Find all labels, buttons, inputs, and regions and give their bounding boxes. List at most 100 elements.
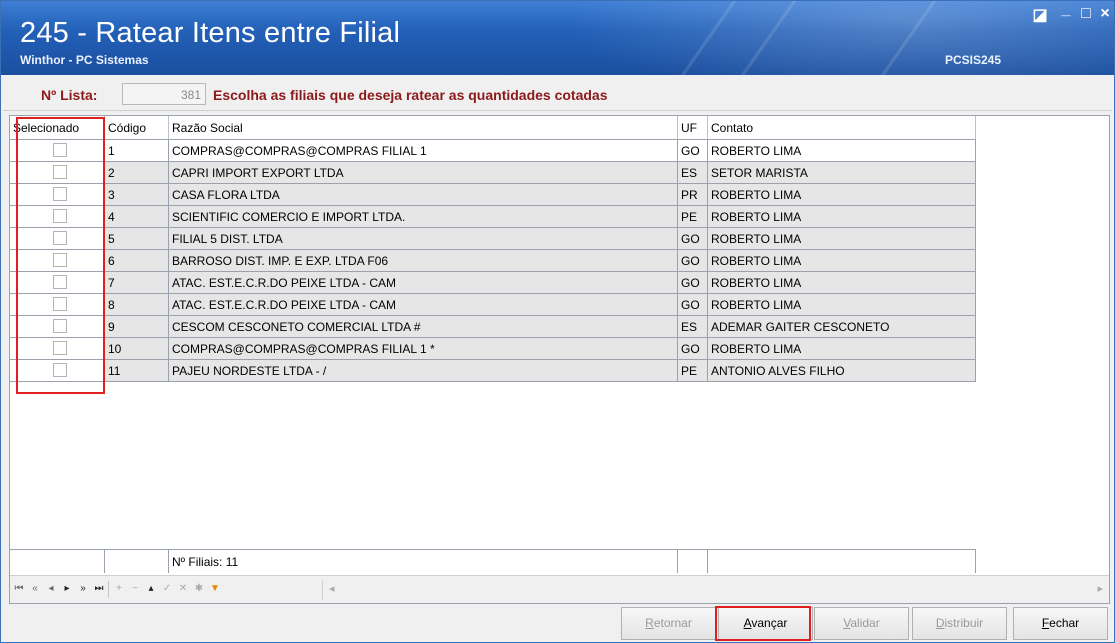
codigo-cell: 9	[105, 316, 169, 338]
table-row[interactable]: 6 BARROSO DIST. IMP. E EXP. LTDA F06 GO ROB…	[10, 250, 976, 272]
select-checkbox[interactable]	[53, 143, 67, 157]
select-checkbox[interactable]	[53, 363, 67, 377]
footer-cell	[708, 550, 976, 573]
table-row[interactable]: 5 FILIAL 5 DIST. LTDA GO ROBERTO LIMA	[10, 228, 976, 250]
codigo-cell: 10	[105, 338, 169, 360]
table-row[interactable]: 1 COMPRAS@COMPRAS@COMPRAS FILIAL 1 GO ROBER…	[10, 140, 976, 162]
uf-cell: GO	[678, 250, 708, 272]
avancar-button[interactable]: Avançar	[718, 607, 813, 640]
select-checkbox[interactable]	[53, 165, 67, 179]
delete-record-icon[interactable]: −	[128, 581, 142, 597]
column-header-contato[interactable]: Contato	[708, 116, 976, 140]
close-button[interactable]: ×	[1094, 5, 1114, 23]
razao-social-cell: PAJEU NORDESTE LTDA - /	[169, 360, 678, 382]
contato-cell: ROBERTO LIMA	[708, 294, 976, 316]
contato-cell: ROBERTO LIMA	[708, 338, 976, 360]
table-row[interactable]: 8 ATAC. EST.E.C.R.DO PEIXE LTDA - CAM GO RO…	[10, 294, 976, 316]
select-cell	[10, 228, 105, 250]
distribuir-shortcut: D	[935, 616, 945, 630]
distribuir-button[interactable]: Distribuir	[912, 607, 1007, 640]
scroll-right-icon[interactable]: ▸	[1097, 582, 1103, 595]
column-header-razao-social[interactable]: Razão Social	[169, 116, 678, 140]
select-checkbox[interactable]	[53, 319, 67, 333]
contato-cell: ROBERTO LIMA	[708, 272, 976, 294]
table-row[interactable]: 7 ATAC. EST.E.C.R.DO PEIXE LTDA - CAM GO RO…	[10, 272, 976, 294]
contato-cell: ROBERTO LIMA	[708, 140, 976, 162]
table-row[interactable]: 10 COMPRAS@COMPRAS@COMPRAS FILIAL 1 * GO RO…	[10, 338, 976, 360]
select-cell	[10, 250, 105, 272]
action-bar: Retornar Avançar Validar Distribuir Fech…	[3, 605, 1112, 642]
prior-page-icon[interactable]: «	[28, 581, 42, 597]
contato-cell: ROBERTO LIMA	[708, 206, 976, 228]
razao-social-cell: COMPRAS@COMPRAS@COMPRAS FILIAL 1 *	[169, 338, 678, 360]
select-cell	[10, 206, 105, 228]
edit-record-icon[interactable]: ▴	[144, 581, 158, 597]
scroll-left-icon[interactable]: ◂	[329, 582, 335, 595]
title-bar[interactable]: 245 - Ratear Itens entre Filial Winthor …	[1, 1, 1114, 75]
codigo-cell: 7	[105, 272, 169, 294]
list-number-field[interactable]: 381	[122, 83, 206, 105]
uf-cell: GO	[678, 228, 708, 250]
horizontal-scrollbar[interactable]: ◂ ▸	[322, 580, 1108, 600]
codigo-cell: 6	[105, 250, 169, 272]
navigator-separator	[108, 581, 109, 598]
codigo-cell: 4	[105, 206, 169, 228]
uf-cell: PE	[678, 360, 708, 382]
select-cell	[10, 140, 105, 162]
filter-icon[interactable]: ▼	[208, 581, 222, 597]
codigo-cell: 3	[105, 184, 169, 206]
razao-social-cell: CASA FLORA LTDA	[169, 184, 678, 206]
select-checkbox[interactable]	[53, 187, 67, 201]
select-checkbox[interactable]	[53, 341, 67, 355]
codigo-cell: 1	[105, 140, 169, 162]
refresh-icon[interactable]: ✱	[192, 581, 206, 597]
insert-record-icon[interactable]: +	[112, 581, 126, 597]
validar-label: alidar	[850, 616, 880, 630]
column-header-codigo[interactable]: Código	[105, 116, 169, 140]
fechar-button[interactable]: Fechar	[1013, 607, 1108, 640]
column-header-uf[interactable]: UF	[678, 116, 708, 140]
next-record-icon[interactable]: ▸	[60, 581, 74, 597]
uf-cell: GO	[678, 294, 708, 316]
instruction-message: Escolha as filiais que deseja ratear as …	[213, 87, 608, 103]
uf-cell: PE	[678, 206, 708, 228]
next-page-icon[interactable]: »	[76, 581, 90, 597]
retornar-button[interactable]: Retornar	[621, 607, 716, 640]
select-checkbox[interactable]	[53, 275, 67, 289]
footer-cell	[678, 550, 708, 573]
table-row[interactable]: 3 CASA FLORA LTDA PR ROBERTO LIMA	[10, 184, 976, 206]
contato-cell: ADEMAR GAITER CESCONETO	[708, 316, 976, 338]
select-checkbox[interactable]	[53, 231, 67, 245]
minimize-button[interactable]: _	[1055, 1, 1077, 19]
razao-social-cell: CAPRI IMPORT EXPORT LTDA	[169, 162, 678, 184]
table-row[interactable]: 4 SCIENTIFIC COMERCIO E IMPORT LTDA. PE ROB…	[10, 206, 976, 228]
first-record-icon[interactable]: ⏮	[12, 581, 26, 597]
table-row[interactable]: 11 PAJEU NORDESTE LTDA - / PE ANTONIO ALVES…	[10, 360, 976, 382]
branch-count: Nº Filiais: 11	[169, 550, 678, 573]
last-record-icon[interactable]: ⏭	[92, 581, 106, 597]
select-checkbox[interactable]	[53, 209, 67, 223]
select-checkbox[interactable]	[53, 253, 67, 267]
table-row[interactable]: 2 CAPRI IMPORT EXPORT LTDA ES SETOR MARISTA	[10, 162, 976, 184]
retornar-shortcut: R	[645, 616, 654, 630]
contato-cell: SETOR MARISTA	[708, 162, 976, 184]
cancel-edit-icon[interactable]: ✕	[176, 581, 190, 597]
select-cell	[10, 162, 105, 184]
table-row[interactable]: 9 CESCOM CESCONETO COMERCIAL LTDA # ES ADEM…	[10, 316, 976, 338]
select-cell	[10, 338, 105, 360]
grid-footer: Nº Filiais: 11	[10, 549, 976, 573]
select-checkbox[interactable]	[53, 297, 67, 311]
prior-record-icon[interactable]: ◂	[44, 581, 58, 597]
select-cell	[10, 294, 105, 316]
restore-icon[interactable]: ◪	[1029, 5, 1051, 25]
razao-social-cell: SCIENTIFIC COMERCIO E IMPORT LTDA.	[169, 206, 678, 228]
uf-cell: GO	[678, 140, 708, 162]
footer-cell	[105, 550, 169, 573]
contato-cell: ANTONIO ALVES FILHO	[708, 360, 976, 382]
select-cell	[10, 316, 105, 338]
avancar-label: vançar	[751, 616, 788, 630]
column-header-selecionado[interactable]: Selecionado	[10, 116, 105, 140]
razao-social-cell: BARROSO DIST. IMP. E EXP. LTDA F06	[169, 250, 678, 272]
validar-button[interactable]: Validar	[814, 607, 909, 640]
post-record-icon[interactable]: ✓	[160, 581, 174, 597]
